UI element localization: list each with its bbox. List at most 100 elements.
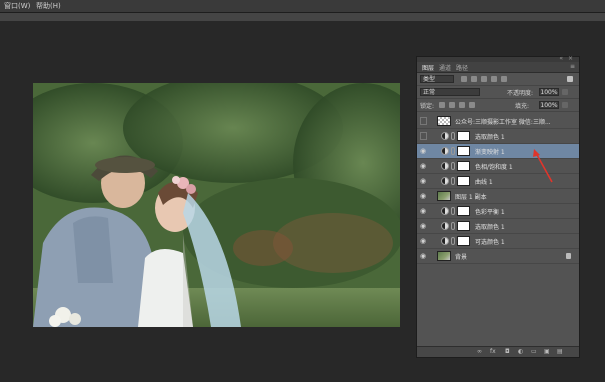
options-bar (0, 13, 605, 21)
layer-row[interactable]: ◉ 曲线 1 (417, 174, 579, 189)
blend-mode-select[interactable]: 正常 (420, 88, 480, 96)
layers-panel: « × 图层 通道 路径 ≡ 类型 正常 不透明度: 100% 锁定: 填充: … (416, 55, 580, 358)
layer-row[interactable]: ◉ 色彩平衡 1 (417, 204, 579, 219)
link-layers-icon[interactable]: ∞ (477, 349, 483, 355)
document-canvas-photo[interactable] (33, 83, 400, 327)
collapse-icon[interactable]: « (559, 55, 563, 62)
layer-row-selected[interactable]: ◉ 渐变映射 1 (417, 144, 579, 159)
new-group-icon[interactable]: ▭ (531, 349, 537, 355)
layer-row[interactable]: ◉ 选取颜色 1 (417, 219, 579, 234)
eye-icon[interactable]: ◉ (420, 163, 427, 170)
fill-label: 填充: (515, 103, 530, 110)
layer-name: 选取颜色 1 (475, 224, 505, 231)
layer-style-icon[interactable]: fx (490, 349, 496, 355)
eye-icon[interactable]: ◉ (420, 223, 427, 230)
blend-mode-value: 正常 (423, 89, 436, 96)
adjustment-layer-icon (441, 207, 449, 215)
menu-help[interactable]: 帮助(H) (36, 1, 61, 11)
lock-all-icon[interactable] (469, 102, 475, 108)
blend-opacity-row: 正常 不透明度: 100% (417, 86, 579, 99)
opacity-value: 100% (540, 89, 558, 96)
filter-pixel-icon[interactable] (461, 76, 467, 82)
eye-icon[interactable]: ◉ (420, 253, 427, 260)
layer-mask-thumbnail[interactable] (457, 131, 470, 141)
visibility-toggle-off[interactable] (420, 132, 427, 140)
opacity-dropdown-icon[interactable] (562, 89, 568, 95)
layer-mask-thumbnail[interactable] (457, 146, 470, 156)
add-mask-icon[interactable]: ◘ (505, 349, 511, 355)
layer-row-background[interactable]: ◉ 背景 (417, 249, 579, 264)
adjustment-layer-icon (441, 237, 449, 245)
eye-icon[interactable]: ◉ (420, 208, 427, 215)
filter-type-icon[interactable] (481, 76, 487, 82)
filter-shape-icon[interactable] (491, 76, 497, 82)
layer-row[interactable]: ◉ 图层 1 副本 (417, 189, 579, 204)
tab-channels[interactable]: 通道 (439, 63, 451, 72)
link-chain-icon (451, 207, 455, 215)
new-layer-icon[interactable]: ▣ (544, 349, 550, 355)
layer-name: 图层 1 副本 (455, 194, 487, 201)
opacity-label: 不透明度: (507, 90, 534, 97)
layer-filter-row: 类型 (417, 73, 579, 86)
layers-panel-footer: ∞ fx ◘ ◐ ▭ ▣ ▤ (417, 346, 579, 357)
fill-dropdown-icon[interactable] (562, 102, 568, 108)
layer-thumbnail (437, 191, 451, 201)
layer-name: 背景 (455, 254, 468, 261)
link-chain-icon (451, 222, 455, 230)
layer-thumbnail (437, 116, 451, 126)
layer-thumbnail (437, 251, 451, 261)
visibility-toggle-off[interactable] (420, 117, 427, 125)
new-adjustment-icon[interactable]: ◐ (518, 349, 524, 355)
eye-icon[interactable]: ◉ (420, 178, 427, 185)
panel-tabs: 图层 通道 路径 ≡ (417, 62, 579, 73)
link-chain-icon (451, 147, 455, 155)
layer-mask-thumbnail[interactable] (457, 206, 470, 216)
layer-name: 曲线 1 (475, 179, 493, 186)
eye-icon[interactable]: ◉ (420, 238, 427, 245)
layer-name: 渐变映射 1 (475, 149, 505, 156)
layer-row[interactable]: 选取颜色 1 (417, 129, 579, 144)
layer-row[interactable]: ◉ 色相/饱和度 1 (417, 159, 579, 174)
menu-window[interactable]: 窗口(W) (4, 1, 30, 11)
panel-menu-icon[interactable]: ≡ (570, 63, 575, 70)
layer-name: 公众号:三顺摄影工作室 微信:三顺... (455, 119, 551, 126)
layer-mask-thumbnail[interactable] (457, 161, 470, 171)
fill-value: 100% (540, 102, 558, 109)
layer-mask-thumbnail[interactable] (457, 176, 470, 186)
lock-fill-row: 锁定: 填充: 100% (417, 99, 579, 112)
photo-illustration (33, 83, 400, 327)
layer-name: 选取颜色 1 (475, 134, 505, 141)
opacity-input[interactable]: 100% (539, 88, 559, 96)
layer-mask-thumbnail[interactable] (457, 236, 470, 246)
filter-kind-value: 类型 (423, 76, 436, 83)
tab-layers[interactable]: 图层 (422, 63, 434, 72)
layer-row[interactable]: 公众号:三顺摄影工作室 微信:三顺... (417, 114, 579, 129)
layer-name: 色彩平衡 1 (475, 209, 505, 216)
link-chain-icon (451, 177, 455, 185)
lock-transparent-icon[interactable] (439, 102, 445, 108)
layer-mask-thumbnail[interactable] (457, 221, 470, 231)
layer-name: 色相/饱和度 1 (475, 164, 513, 171)
lock-position-icon[interactable] (459, 102, 465, 108)
layer-row[interactable]: ◉ 可选颜色 1 (417, 234, 579, 249)
tab-paths[interactable]: 路径 (456, 63, 468, 72)
eye-icon[interactable]: ◉ (420, 193, 427, 200)
filter-kind-select[interactable]: 类型 (420, 75, 454, 83)
eye-icon[interactable]: ◉ (420, 148, 427, 155)
fill-input[interactable]: 100% (539, 101, 559, 109)
link-chain-icon (451, 162, 455, 170)
filter-adjustment-icon[interactable] (471, 76, 477, 82)
filter-toggle-icon[interactable] (567, 76, 573, 82)
delete-layer-icon[interactable]: ▤ (557, 349, 563, 355)
lock-icon (566, 253, 571, 259)
layer-name: 可选颜色 1 (475, 239, 505, 246)
lock-image-icon[interactable] (449, 102, 455, 108)
menu-bar: 窗口(W) 帮助(H) (0, 0, 605, 13)
link-chain-icon (451, 132, 455, 140)
adjustment-layer-icon (441, 132, 449, 140)
link-chain-icon (451, 237, 455, 245)
close-panel-icon[interactable]: × (568, 55, 573, 62)
lock-label: 锁定: (420, 103, 435, 110)
filter-smart-object-icon[interactable] (501, 76, 507, 82)
adjustment-layer-icon (441, 177, 449, 185)
